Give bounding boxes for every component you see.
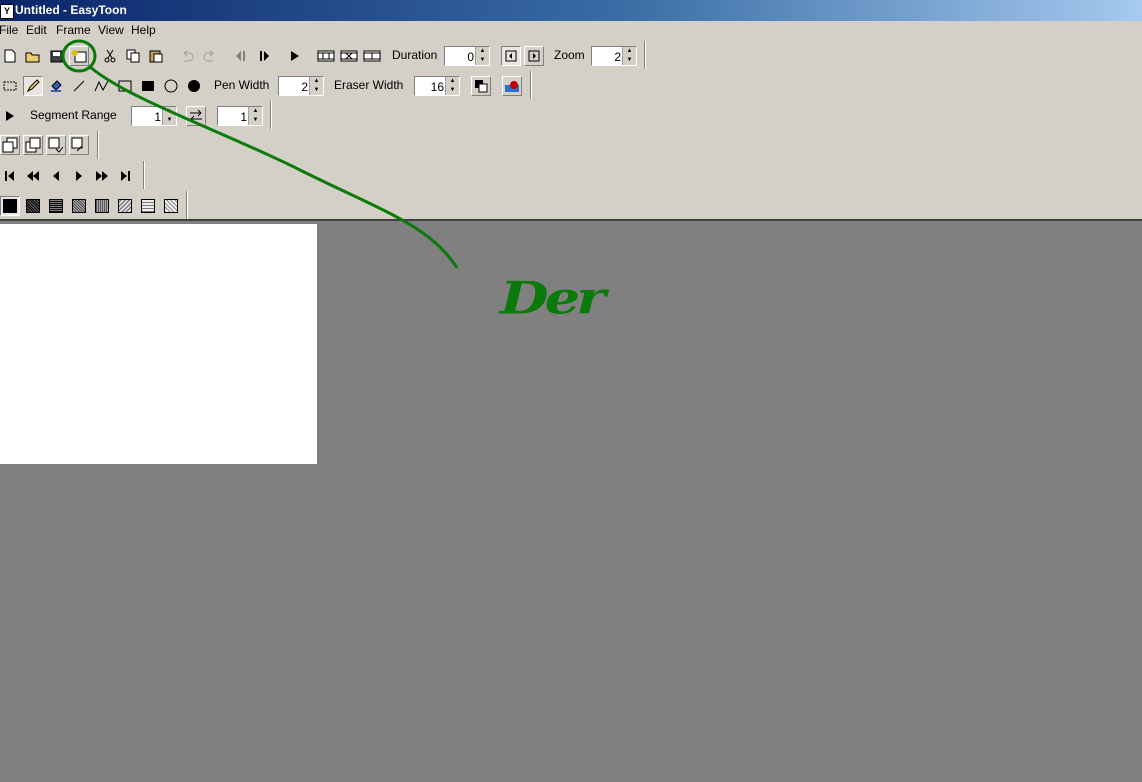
pattern-solid[interactable] <box>0 196 20 216</box>
pattern-dense-dots[interactable] <box>23 196 43 216</box>
ellipse-filled-icon[interactable] <box>184 76 204 96</box>
swap-colors-icon[interactable] <box>471 76 491 96</box>
step-back-icon[interactable] <box>46 166 66 186</box>
menu-help[interactable]: Help <box>131 23 156 37</box>
segment-end-value: 1 <box>240 110 247 124</box>
pen-width-spinner[interactable]: 2 ▲ ▼ <box>278 76 324 96</box>
pencil-icon[interactable] <box>23 76 43 96</box>
drawing-canvas[interactable] <box>0 224 317 464</box>
nav-toolbar <box>0 161 144 189</box>
menu-frame[interactable]: Frame <box>56 23 91 37</box>
duration-spin-arrows[interactable]: ▲ ▼ <box>475 47 489 65</box>
segment-toolbar: Segment Range 1 ▲ ▼ 1 ▲ ▼ <box>0 101 271 129</box>
polyline-icon[interactable] <box>92 76 112 96</box>
paste-frame-icon[interactable] <box>69 135 89 155</box>
color-picker-icon[interactable] <box>502 76 522 96</box>
pattern-sparse-dots[interactable] <box>161 196 181 216</box>
menu-edit[interactable]: Edit <box>26 23 47 37</box>
new-file-icon[interactable] <box>0 46 20 66</box>
onion-right-icon[interactable] <box>524 46 544 66</box>
segment-end-spinner[interactable]: 1 ▲ ▼ <box>217 106 263 126</box>
menu-view[interactable]: View <box>98 23 124 37</box>
rewind-icon[interactable] <box>23 166 43 186</box>
duration-spinner[interactable]: 0 ▲ ▼ <box>444 46 490 66</box>
zoom-spin-arrows[interactable]: ▲ ▼ <box>622 47 636 65</box>
onion-left-icon[interactable] <box>501 46 521 66</box>
draw-toolbar: Pen Width 2 ▲ ▼ Eraser Width 16 ▲ ▼ <box>0 71 531 99</box>
pattern-cross[interactable] <box>115 196 135 216</box>
eraser-width-spin-arrows[interactable]: ▲ ▼ <box>445 77 459 95</box>
pattern-checker[interactable] <box>69 196 89 216</box>
pattern-light-grid[interactable] <box>138 196 158 216</box>
duration-value: 0 <box>467 50 474 64</box>
save-icon[interactable] <box>46 46 66 66</box>
eraser-width-value: 16 <box>430 80 444 94</box>
zoom-spinner[interactable]: 2 ▲ ▼ <box>591 46 637 66</box>
segment-end-spin-arrows[interactable]: ▲ ▼ <box>248 107 262 125</box>
segment-start-spinner[interactable]: 1 ▲ ▼ <box>131 106 177 126</box>
app-icon: Y <box>0 4 14 19</box>
duration-label: Duration <box>392 48 438 62</box>
frame-strip-icon[interactable] <box>339 46 359 66</box>
delete-frame-icon[interactable] <box>23 135 43 155</box>
segment-start-spin-arrows[interactable]: ▲ ▼ <box>162 107 176 125</box>
open-folder-icon[interactable] <box>23 46 43 66</box>
rectangle-outline-icon[interactable] <box>115 76 135 96</box>
segment-start-value: 1 <box>154 110 161 124</box>
next-frame-icon[interactable] <box>254 46 274 66</box>
fast-forward-icon[interactable] <box>92 166 112 186</box>
cut-icon[interactable] <box>100 46 120 66</box>
frame-strip-icon[interactable] <box>362 46 382 66</box>
menu-bar: File Edit Frame View Help <box>0 21 1142 40</box>
zoom-value: 2 <box>614 50 621 64</box>
pen-width-label: Pen Width <box>214 78 270 92</box>
undo-icon[interactable] <box>177 46 197 66</box>
rectangle-filled-icon[interactable] <box>138 76 158 96</box>
export-icon[interactable] <box>69 46 89 66</box>
eraser-width-label: Eraser Width <box>334 78 404 92</box>
insert-frame-icon[interactable] <box>0 135 20 155</box>
copy-icon[interactable] <box>123 46 143 66</box>
line-icon[interactable] <box>69 76 89 96</box>
pen-width-spin-arrows[interactable]: ▲ ▼ <box>309 77 323 95</box>
paste-icon[interactable] <box>146 46 166 66</box>
select-rect-icon[interactable] <box>0 76 20 96</box>
main-toolbar: Duration 0 ▲ ▼ Zoom 2 ▲ ▼ <box>0 41 645 69</box>
first-frame-icon[interactable] <box>0 166 20 186</box>
segment-swap-icon[interactable] <box>186 106 206 126</box>
toolbar-area: Duration 0 ▲ ▼ Zoom 2 ▲ ▼ Pen Width 2 ▲ … <box>0 40 1142 221</box>
eraser-width-spinner[interactable]: 16 ▲ ▼ <box>414 76 460 96</box>
play-segment-icon[interactable] <box>0 106 20 126</box>
pen-width-value: 2 <box>301 80 308 94</box>
pattern-grid[interactable] <box>46 196 66 216</box>
ellipse-outline-icon[interactable] <box>161 76 181 96</box>
fill-pattern-toolbar <box>0 191 187 219</box>
zoom-label: Zoom <box>554 48 585 62</box>
copy-frame-icon[interactable] <box>46 135 66 155</box>
redo-icon[interactable] <box>200 46 220 66</box>
title-bar: Y Untitled - EasyToon <box>0 0 1142 21</box>
frame-strip-icon[interactable] <box>316 46 336 66</box>
menu-file[interactable]: File <box>0 23 18 37</box>
step-forward-icon[interactable] <box>69 166 89 186</box>
window-title: Untitled - EasyToon <box>15 3 127 17</box>
play-icon[interactable] <box>285 46 305 66</box>
annotation-text: Der <box>500 272 606 325</box>
fill-bucket-icon[interactable] <box>46 76 66 96</box>
segment-range-label: Segment Range <box>30 108 117 122</box>
last-frame-icon[interactable] <box>115 166 135 186</box>
frame-ops-toolbar <box>0 131 98 159</box>
pattern-medium-dots[interactable] <box>92 196 112 216</box>
prev-frame-icon[interactable] <box>231 46 251 66</box>
